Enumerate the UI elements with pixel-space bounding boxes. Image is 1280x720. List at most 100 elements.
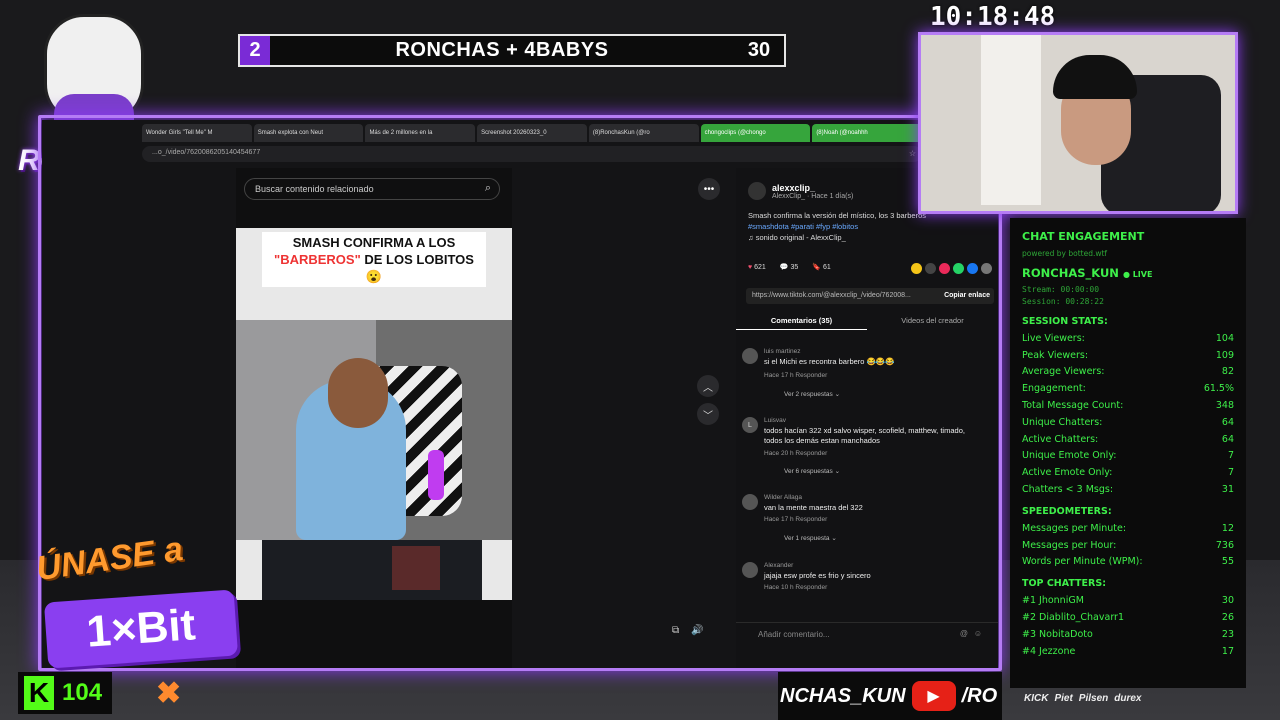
- avatar[interactable]: L: [742, 417, 758, 433]
- search-icon[interactable]: ⌕: [485, 182, 491, 195]
- author-name[interactable]: alexxclip_: [772, 183, 853, 193]
- like-button[interactable]: ♥ 621: [748, 264, 766, 271]
- comment-user[interactable]: Alexander: [764, 562, 793, 569]
- video-player[interactable]: SMASH CONFIRMA A LOS "BARBEROS" DE LOS L…: [236, 228, 512, 600]
- hashtags[interactable]: #smashdota #parati #fyp #lobitos: [748, 221, 988, 232]
- stat-value: 30: [1221, 595, 1234, 607]
- bookmark-icon: 🔖: [812, 264, 821, 271]
- more-options-icon[interactable]: •••: [698, 178, 720, 200]
- pip-icon[interactable]: ⧉: [672, 625, 679, 636]
- add-comment-input[interactable]: Añadir comentario... @ ☺: [736, 622, 998, 648]
- browser-tab[interactable]: Smash explota con Neut: [253, 124, 364, 142]
- mention-icon[interactable]: @: [960, 629, 968, 638]
- stat-value: 736: [1215, 539, 1234, 551]
- browser-tab[interactable]: Más de 2 millones en la: [365, 124, 476, 142]
- stat-value: 64: [1221, 416, 1234, 428]
- view-replies-button[interactable]: Ver 6 respuestas ⌄: [784, 467, 840, 475]
- banner-highlight: "BARBEROS": [274, 252, 361, 267]
- panel-title: CHAT ENGAGEMENT: [1022, 230, 1145, 243]
- save-button[interactable]: 🔖 61: [812, 263, 830, 271]
- comment-user[interactable]: Wilder Allaga: [764, 494, 802, 501]
- chat-engagement-panel: CHAT ENGAGEMENT powered by botted.wtf RO…: [1010, 218, 1246, 688]
- handle-text-2: /RO: [961, 684, 998, 707]
- sponsor-kick: KICK: [1024, 692, 1049, 704]
- avatar[interactable]: [742, 494, 758, 510]
- comment-meta[interactable]: Hace 17 h Responder: [764, 372, 827, 379]
- stat-label: #3 NobitaDoto: [1022, 628, 1093, 640]
- avatar[interactable]: [748, 182, 766, 200]
- stat-label: Unique Chatters:: [1022, 416, 1103, 428]
- browser-tab[interactable]: (8)Noah (@noahhh: [812, 124, 923, 142]
- comment-text: jajaja esw profe es frio y sincero: [764, 571, 871, 580]
- view-replies-button[interactable]: Ver 1 respuesta ⌄: [784, 534, 837, 542]
- cam-shelf: [981, 35, 1041, 205]
- previous-video-button[interactable]: ︿: [697, 375, 719, 397]
- browser-tab[interactable]: Wonder Girls "Tell Me" M: [142, 124, 252, 142]
- avatar[interactable]: [742, 562, 758, 578]
- save-count: 61: [822, 264, 831, 271]
- stream-time: Stream: 00:00:00: [1022, 285, 1100, 294]
- browser-tab-active[interactable]: chongoclips (@chongo: [700, 124, 811, 142]
- bookmark-icon[interactable]: ☆: [909, 149, 916, 158]
- stat-row: #1 JhonniGM 30: [1022, 592, 1234, 609]
- copy-link-button[interactable]: Copiar enlace: [944, 292, 990, 299]
- coin-icon[interactable]: [911, 263, 922, 274]
- comment-meta[interactable]: Hace 20 h Responder: [764, 450, 827, 457]
- panel-powered: powered by botted.wtf: [1022, 249, 1108, 258]
- comment-meta[interactable]: Hace 17 h Responder: [764, 516, 827, 523]
- score-left: 2: [240, 36, 270, 65]
- sponsor-strip: KICK Piet Pilsen durex: [1024, 686, 1254, 710]
- browser-tab[interactable]: (8)RonchasKun (@ro: [588, 124, 699, 142]
- stat-row: #3 NobitaDoto 23: [1022, 626, 1234, 643]
- stat-label: Total Message Count:: [1022, 400, 1124, 412]
- embed-icon[interactable]: [925, 263, 936, 274]
- score-right: 30: [747, 39, 771, 61]
- stat-row: Messages per Minute: 12: [1022, 520, 1234, 537]
- speedometers: Messages per Minute: 12 Messages per Hour:…: [1022, 520, 1234, 570]
- avatar[interactable]: [742, 348, 758, 364]
- facebook-icon[interactable]: [967, 263, 978, 274]
- emoji-icon[interactable]: ☺: [974, 629, 982, 638]
- view-replies-button[interactable]: Ver 2 respuestas ⌄: [784, 390, 840, 398]
- send-icon[interactable]: [939, 263, 950, 274]
- handle-text: NCHAS_KUN: [780, 684, 906, 707]
- sound-link[interactable]: ♫ sonido original - AlexxClip_: [748, 232, 988, 243]
- stat-label: Active Chatters:: [1022, 433, 1099, 445]
- stat-label: Chatters < 3 Msgs:: [1022, 484, 1114, 496]
- stat-value: 23: [1221, 628, 1234, 640]
- browser-tab[interactable]: Screenshot 20260323_0: [477, 124, 587, 142]
- tab-comments[interactable]: Comentarios (35): [736, 314, 867, 330]
- author-info[interactable]: alexxclip_ AlexxClip_ · Hace 1 día(s): [748, 182, 853, 200]
- next-video-button[interactable]: ﹀: [697, 403, 719, 425]
- search-placeholder: Buscar contenido relacionado: [255, 184, 374, 194]
- address-bar[interactable]: ...o_/video/7620086205140454677 ☆: [142, 146, 922, 162]
- stat-value: 12: [1221, 522, 1234, 534]
- youtube-icon: ▶: [911, 681, 956, 711]
- comment-user[interactable]: Luisvav: [764, 417, 786, 424]
- stat-label: Average Viewers:: [1022, 366, 1105, 378]
- comment-user[interactable]: luis martinez: [764, 348, 800, 355]
- stat-value: 82: [1221, 366, 1234, 378]
- stat-value: 31: [1221, 484, 1234, 496]
- top-chatters: #1 JhonniGM 30 #2 Diablito_Chavarr1 26 #3 No…: [1022, 592, 1234, 659]
- stat-row: Words per Minute (WPM): 55: [1022, 554, 1234, 571]
- stat-row: Live Viewers: 104: [1022, 330, 1234, 347]
- stat-label: Words per Minute (WPM):: [1022, 556, 1143, 568]
- kick-viewers: K 104: [18, 672, 112, 714]
- share-arrow-icon[interactable]: [981, 263, 992, 274]
- video-link[interactable]: https://www.tiktok.com/@alexxclip_/video…: [752, 292, 911, 299]
- search-input[interactable]: Buscar contenido relacionado ⌕: [244, 178, 500, 200]
- action-row: ♥ 621 💬 35 🔖 61: [748, 263, 831, 272]
- comment-meta[interactable]: Hace 10 h Responder: [764, 584, 827, 591]
- stat-value: 104: [1215, 332, 1234, 344]
- session-time: Session: 00:28:22: [1022, 297, 1104, 306]
- link-row: https://www.tiktok.com/@alexxclip_/video…: [746, 288, 994, 304]
- stat-value: 109: [1215, 349, 1234, 361]
- tab-creator-videos[interactable]: Videos del creador: [867, 314, 998, 330]
- comment-button[interactable]: 💬 35: [780, 263, 798, 271]
- stat-row: #2 Diablito_Chavarr1 26: [1022, 609, 1234, 626]
- volume-icon[interactable]: 🔊: [691, 625, 703, 636]
- speedometers-title: SPEEDOMETERS:: [1022, 505, 1112, 517]
- whatsapp-icon[interactable]: [953, 263, 964, 274]
- stat-value: 64: [1221, 433, 1234, 445]
